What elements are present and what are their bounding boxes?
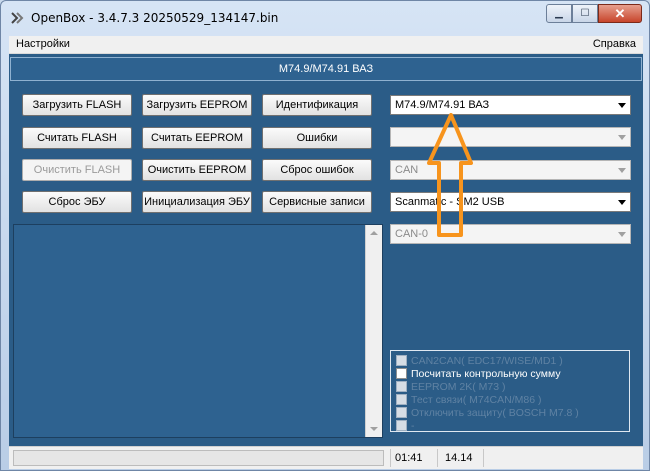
annotation-arrow-icon [427, 113, 473, 237]
ecu-title-bar: M74.9/M74.91 ВАЗ [10, 57, 642, 81]
checkbox[interactable] [396, 368, 407, 379]
menu-help[interactable]: Справка [593, 38, 636, 50]
window-title: OpenBox - 3.4.7.3 20250529_134147.bin [31, 11, 279, 25]
service-records-button[interactable]: Сервисные записи [262, 191, 372, 213]
checkbox[interactable] [396, 355, 407, 366]
checkbox[interactable] [396, 381, 407, 392]
option-label: CAN2CAN( EDC17/WISE/MD1 ) [411, 354, 563, 367]
chevron-down-icon [618, 232, 626, 237]
init-ecu-button[interactable]: Инициализация ЭБУ [142, 191, 252, 213]
option-checksum[interactable]: Посчитать контрольную сумму [396, 367, 561, 380]
option-label: - [411, 419, 415, 432]
reset-ecu-button[interactable]: Сброс ЭБУ [22, 191, 132, 213]
errors-button[interactable]: Ошибки [262, 127, 372, 149]
minimize-icon: ▁ [555, 8, 563, 19]
identification-button[interactable]: Идентификация [262, 94, 372, 116]
options-group: CAN2CAN( EDC17/WISE/MD1 ) Посчитать конт… [390, 350, 630, 432]
window-controls: ▁ ☐ ✕ [546, 4, 642, 24]
maximize-icon: ☐ [580, 8, 590, 19]
status-divider [437, 449, 438, 467]
option-label: Посчитать контрольную сумму [411, 367, 561, 380]
load-eeprom-button[interactable]: Загрузить EEPROM [142, 94, 252, 116]
checkbox[interactable] [396, 394, 407, 405]
log-panel [13, 224, 383, 438]
chevron-down-icon [618, 168, 626, 173]
close-button[interactable]: ✕ [598, 4, 642, 23]
progress-bar [13, 450, 384, 466]
option-can2can[interactable]: CAN2CAN( EDC17/WISE/MD1 ) [396, 354, 563, 367]
option-label: EEPROM 2K( M73 ) [411, 380, 506, 393]
read-eeprom-button[interactable]: Считать EEPROM [142, 127, 252, 149]
ecu-model-value: M74.9/M74.91 ВАЗ [395, 99, 490, 111]
menu-settings[interactable]: Настройки [16, 38, 70, 50]
status-divider [390, 449, 391, 467]
scroll-up-icon[interactable] [370, 231, 378, 235]
ecu-model-select[interactable]: M74.9/M74.91 ВАЗ [390, 95, 631, 115]
menu-bar: Настройки Справка [9, 36, 643, 54]
option-link-test[interactable]: Тест связи( M74CAN/M86 ) [396, 393, 541, 406]
checkbox[interactable] [396, 407, 407, 418]
option-label: Тест связи( M74CAN/M86 ) [411, 393, 542, 406]
status-voltage: 14.14 [445, 452, 473, 464]
minimize-button[interactable]: ▁ [546, 4, 572, 23]
read-flash-button[interactable]: Считать FLASH [22, 127, 132, 149]
chevron-down-icon [618, 135, 626, 140]
clear-flash-button[interactable]: Очистить FLASH [22, 159, 132, 181]
status-time: 01:41 [395, 452, 423, 464]
option-label: Отключить защиту( BOSCH M7.8 ) [411, 406, 579, 419]
close-icon: ✕ [614, 5, 626, 21]
option-eeprom-2k[interactable]: EEPROM 2K( M73 ) [396, 380, 506, 393]
status-divider [483, 449, 484, 467]
app-icon [11, 12, 24, 24]
checkbox[interactable] [396, 420, 407, 431]
reset-errors-button[interactable]: Сброс ошибок [262, 159, 372, 181]
chevron-down-icon [618, 200, 626, 205]
title-bar[interactable]: OpenBox - 3.4.7.3 20250529_134147.bin ▁ … [1, 1, 649, 35]
log-scrollbar[interactable] [365, 225, 382, 437]
chevron-down-icon [618, 103, 626, 108]
main-panel: M74.9/M74.91 ВАЗ Загрузить FLASH Загрузи… [9, 54, 643, 469]
option-dash[interactable]: - [396, 419, 415, 432]
maximize-button[interactable]: ☐ [572, 4, 598, 23]
status-bar: 01:41 14.14 [9, 446, 643, 469]
scroll-down-icon[interactable] [370, 427, 378, 431]
app-window: OpenBox - 3.4.7.3 20250529_134147.bin ▁ … [0, 0, 650, 471]
load-flash-button[interactable]: Загрузить FLASH [22, 94, 132, 116]
option-disable-protection[interactable]: Отключить защиту( BOSCH M7.8 ) [396, 406, 579, 419]
clear-eeprom-button[interactable]: Очистить EEPROM [142, 159, 252, 181]
